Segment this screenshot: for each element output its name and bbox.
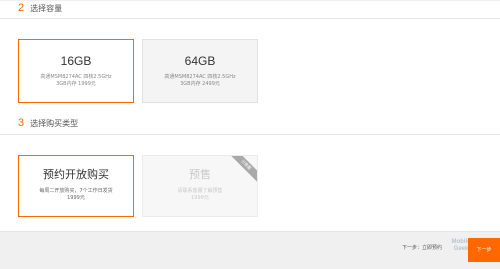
option-price: 3GB内存 2499元	[180, 81, 220, 87]
purchase-option-reserve[interactable]: 预约开放购买 每周二开放购买，7个工作日发货 1999元	[18, 155, 134, 217]
option-description: 每周二开放购买，7个工作日发货	[39, 188, 113, 194]
option-title: 64GB	[184, 54, 216, 68]
option-title: 16GB	[60, 54, 92, 68]
section-divider	[0, 134, 500, 135]
purchase-option-presale: 预售 请联系客服了解预售 1999元 已售罄	[142, 155, 258, 217]
option-spec: 高通MSM8274AC 四核2.5GHz	[40, 74, 112, 80]
option-description: 请联系客服了解预售	[177, 188, 223, 194]
option-title: 预售	[189, 168, 211, 181]
footer-bar: 下一步：立即预约 Mobile Geek 下一步	[0, 231, 500, 269]
option-price: 3GB内存 1999元	[56, 81, 96, 87]
option-price: 1999元	[191, 195, 209, 201]
section-title: 选择购买类型	[30, 119, 79, 128]
option-title: 预约开放购买	[43, 168, 109, 181]
section-capacity-header: 2 选择容量	[18, 2, 62, 14]
capacity-option-64gb[interactable]: 64GB 高通MSM8274AC 四核2.5GHz 3GB内存 2499元	[142, 39, 258, 103]
section-purchase-header: 3 选择购买类型	[18, 117, 78, 129]
capacity-option-16gb[interactable]: 16GB 高通MSM8274AC 四核2.5GHz 3GB内存 1999元	[18, 39, 134, 103]
next-step-button[interactable]: 下一步	[468, 238, 500, 262]
option-price: 1999元	[67, 195, 85, 201]
step-number: 2	[18, 2, 25, 14]
option-spec: 高通MSM8274AC 四核2.5GHz	[164, 74, 236, 80]
step-number: 3	[18, 117, 25, 129]
section-title: 选择容量	[30, 4, 63, 13]
top-divider	[0, 0, 500, 1]
next-step-link[interactable]: 下一步：立即预约	[402, 244, 442, 251]
section-divider	[0, 18, 500, 19]
